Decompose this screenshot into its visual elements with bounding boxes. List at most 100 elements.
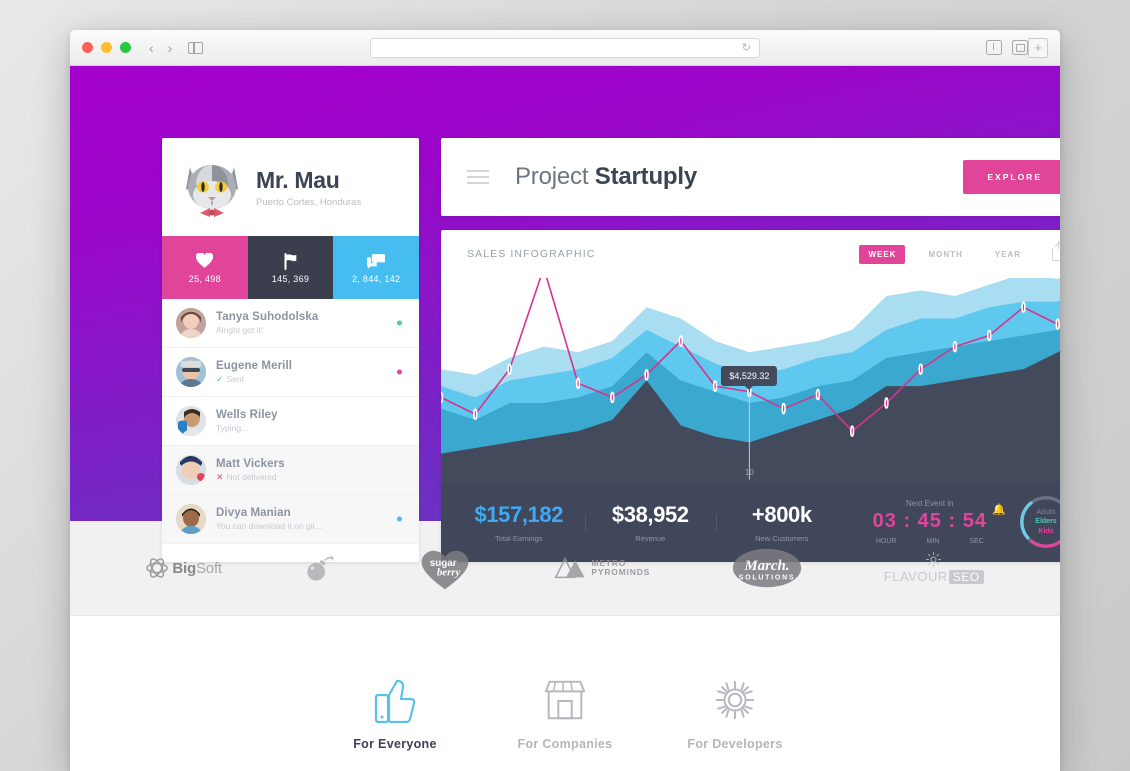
donut-label-adults: Adults [1036,508,1056,516]
chart-point [1056,319,1059,329]
hero-section: Mr. Mau Puerto Cortes, Honduras 25, 498 [70,66,1060,562]
chart-point [645,370,648,380]
demographics-donut: Adults Elders Kids [1012,493,1060,551]
countdown-units: HOUR MIN SEC [848,538,1012,545]
range-tab-month[interactable]: MONTH [919,245,971,264]
bell-icon: 🔔 [992,504,1006,516]
gear-icon [650,667,820,723]
hamburger-icon[interactable] [467,170,489,184]
bomb-icon [307,555,334,581]
chart-point [611,392,614,402]
dashboard-mockup: Mr. Mau Puerto Cortes, Honduras 25, 498 [162,138,1060,562]
avatar [176,357,206,387]
page-title: Project Startuply [515,163,697,191]
stat-label: New Customers [755,533,809,543]
minimize-window-button[interactable] [101,42,112,53]
countdown-label: Next Event in [906,499,954,508]
contact-status-text: You can download it on git... [216,521,323,531]
donut-label-elders: Elders [1035,518,1057,526]
list-item[interactable]: Eugene Merill ✓ Sent [162,348,419,397]
stat-value: $38,952 [611,501,689,527]
chart-point [954,342,957,352]
donut-labels: Adults Elders Kids [1012,508,1060,536]
tabs-icon[interactable] [1012,40,1028,55]
stat-tile-flags[interactable]: 145, 369 [247,236,334,299]
list-item-text: Wells Riley Typing... [216,409,278,433]
export-icon[interactable] [1052,240,1060,261]
main-panel: Project Startuply EXPLORE SALES INFOGRAP… [441,138,1060,562]
avatar [176,308,206,338]
chart-tooltip: $4,529.32 [721,365,778,390]
stat-value: $157,182 [474,501,564,527]
maximize-window-button[interactable] [120,42,131,53]
tab-label: For Companies [517,737,613,751]
reload-icon[interactable]: ↻ [742,41,751,54]
chart-point [714,381,717,391]
logo-text-bold: March. [743,558,789,574]
feature-tabs: For Everyone For Companies For Developer… [310,667,820,751]
chart-point [577,378,580,388]
stat-total-earnings: $157,182 Total Earnings [453,502,585,543]
contact-status-text: Not delivered [226,472,277,482]
chart-point [782,404,785,414]
logo-text-bold: FLAVOUR [883,569,948,584]
flag-icon [283,251,298,271]
list-item[interactable]: Tanya Suhodolska Alright got it! [162,299,419,348]
page-title-bold: Startuply [594,163,697,190]
mountain-icon [554,556,586,579]
share-icon[interactable] [986,40,1002,55]
chart-point [508,364,511,374]
close-window-button[interactable] [82,42,93,53]
list-item[interactable]: Divya Manian You can download it on git.… [162,495,419,544]
tab-for-companies[interactable]: For Companies [480,667,650,751]
list-item[interactable]: Matt Vickers ✕ Not delivered [162,446,419,495]
stat-tile-messages[interactable]: 2, 844, 142 [333,236,419,299]
tab-for-developers[interactable]: For Developers [650,667,820,751]
stat-tiles: 25, 498 145, 369 2, 844, 142 [162,236,419,299]
stat-tile-likes[interactable]: 25, 498 [162,236,248,299]
contact-status: ✕ Not delivered [216,472,285,483]
list-item-text: Matt Vickers ✕ Not delivered [216,458,285,483]
browser-window: ‹ › ↻ + Mr. Mau Puerto Cortes, Honduras … [70,30,1060,771]
logo-text-light: SEO [948,569,984,584]
tab-for-everyone[interactable]: For Everyone [310,667,480,751]
countdown-seconds: 54 [962,510,987,532]
logo-bomb [303,554,335,582]
back-icon[interactable]: ‹ [149,40,154,56]
ellipse-icon: March. SOLUTIONS [732,548,802,588]
browser-right-icons[interactable] [986,40,1028,55]
browser-nav[interactable]: ‹ › [149,40,172,56]
cat-avatar [176,151,248,223]
chart-point [816,390,819,400]
contact-name: Eugene Merill [216,359,293,372]
list-item[interactable]: Wells Riley Typing... [162,397,419,446]
sidebar-toggle-icon[interactable] [188,41,204,54]
chart-header: SALES INFOGRAPHIC WEEK MONTH YEAR [441,230,1060,278]
url-bar[interactable]: ↻ [370,37,760,58]
heart-icon [196,251,214,271]
range-tab-year[interactable]: YEAR [986,245,1030,264]
logo-marchsolutions: March. SOLUTIONS [731,547,803,589]
project-header: Project Startuply EXPLORE [441,138,1060,216]
stat-new-customers: +800k New Customers [716,502,848,543]
status-dot [397,369,402,375]
logo-text: BigSoft [172,559,222,577]
stat-tile-count: 25, 498 [188,274,221,284]
range-tab-week[interactable]: WEEK [859,244,906,264]
explore-button[interactable]: EXPLORE [963,160,1060,194]
chart-line-path [441,278,1060,431]
range-tabs: WEEK MONTH YEAR [859,240,1060,264]
forward-icon[interactable]: › [168,40,173,56]
chart-title: SALES INFOGRAPHIC [467,248,596,260]
chart-point [885,398,888,408]
countdown-unit-hour: HOUR [875,538,897,545]
logo-bigsoft: BigSoft [146,557,222,579]
contact-status: Alright got it! [216,325,318,335]
contact-name: Divya Manian [216,507,291,519]
stat-value: +800k [751,501,812,527]
browser-titlebar: ‹ › ↻ + [70,30,1060,66]
chart-point [679,336,682,346]
new-tab-button[interactable]: + [1028,37,1048,58]
logo-text-light: Soft [196,559,222,577]
window-controls[interactable] [82,42,131,53]
